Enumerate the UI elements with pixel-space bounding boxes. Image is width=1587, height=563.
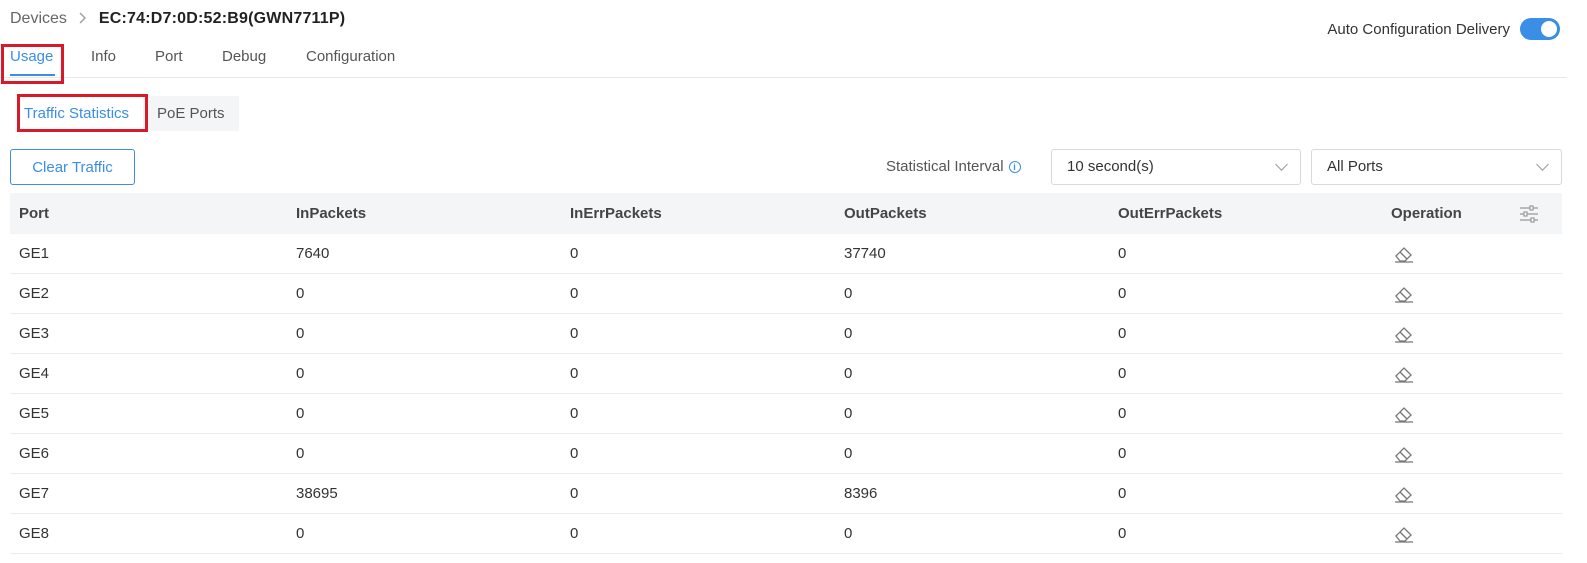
cell-port: GE8 — [19, 525, 50, 542]
cell-outerrpackets: 0 — [1118, 285, 1127, 302]
cell-inerrpackets: 0 — [570, 245, 579, 262]
chevron-down-icon — [1275, 158, 1288, 171]
cell-outerrpackets: 0 — [1118, 365, 1127, 382]
table-row: GE5 0 0 0 0 — [10, 394, 1562, 434]
cell-inpackets: 0 — [296, 445, 305, 462]
cell-inpackets: 38695 — [296, 485, 338, 502]
cell-inerrpackets: 0 — [570, 365, 579, 382]
breadcrumb: Devices EC:74:D7:0D:52:B9(GWN7711P) — [10, 8, 345, 30]
table-row: GE4 0 0 0 0 — [10, 354, 1562, 394]
cell-port: GE3 — [19, 325, 50, 342]
highlight-box-traffic-statistics — [17, 94, 148, 132]
cell-outpackets: 0 — [844, 285, 853, 302]
clear-traffic-button[interactable]: Clear Traffic — [10, 149, 135, 185]
breadcrumb-devices-link[interactable]: Devices — [10, 10, 67, 28]
auto-config-delivery: Auto Configuration Delivery — [1327, 18, 1560, 40]
column-header-inpackets: InPackets — [296, 205, 367, 222]
column-header-operation: Operation — [1391, 205, 1462, 222]
table-row: GE6 0 0 0 0 — [10, 434, 1562, 474]
auto-config-label: Auto Configuration Delivery — [1327, 20, 1510, 38]
table-row: GE1 7640 0 37740 0 — [10, 234, 1562, 274]
cell-port: GE6 — [19, 445, 50, 462]
cell-inerrpackets: 0 — [570, 525, 579, 542]
auto-config-toggle[interactable] — [1520, 18, 1560, 40]
cell-port: GE1 — [19, 245, 50, 262]
subtab-poe-ports[interactable]: PoE Ports — [143, 96, 239, 131]
cell-outerrpackets: 0 — [1118, 405, 1127, 422]
breadcrumb-separator-icon — [79, 11, 87, 27]
cell-outerrpackets: 0 — [1118, 445, 1127, 462]
cell-outerrpackets: 0 — [1118, 245, 1127, 262]
sliders-icon[interactable] — [1519, 204, 1539, 224]
traffic-table: Port InPackets InErrPackets OutPackets O… — [10, 193, 1562, 554]
cell-port: GE7 — [19, 485, 50, 502]
eraser-icon[interactable] — [1393, 444, 1415, 464]
column-header-outerrpackets: OutErrPackets — [1118, 205, 1223, 222]
eraser-icon[interactable] — [1393, 364, 1415, 384]
chevron-down-icon — [1536, 158, 1549, 171]
column-header-inerrpackets: InErrPackets — [570, 205, 662, 222]
cell-inpackets: 0 — [296, 525, 305, 542]
table-body: GE1 7640 0 37740 0 GE2 0 0 0 0 GE3 0 0 0 0 GE4 0 0 0 0 GE5 0 0… — [10, 234, 1562, 554]
ports-select-value: All Ports — [1327, 158, 1383, 175]
cell-inpackets: 0 — [296, 285, 305, 302]
tab-bar: Usage Info Port Debug Configuration — [0, 44, 1567, 78]
cell-inpackets: 0 — [296, 365, 305, 382]
cell-port: GE2 — [19, 285, 50, 302]
table-row: GE7 38695 0 8396 0 — [10, 474, 1562, 514]
cell-inerrpackets: 0 — [570, 325, 579, 342]
eraser-icon[interactable] — [1393, 244, 1415, 264]
table-row: GE3 0 0 0 0 — [10, 314, 1562, 354]
tab-info[interactable]: Info — [91, 48, 116, 65]
column-header-outpackets: OutPackets — [844, 205, 927, 222]
info-icon[interactable]: i — [1008, 160, 1021, 173]
table-row: GE8 0 0 0 0 — [10, 514, 1562, 554]
table-row: GE2 0 0 0 0 — [10, 274, 1562, 314]
cell-port: GE4 — [19, 365, 50, 382]
cell-inpackets: 0 — [296, 405, 305, 422]
cell-outpackets: 0 — [844, 405, 853, 422]
cell-outpackets: 37740 — [844, 245, 886, 262]
ports-select[interactable]: All Ports — [1311, 149, 1562, 185]
cell-inerrpackets: 0 — [570, 445, 579, 462]
tab-port[interactable]: Port — [155, 48, 183, 65]
cell-inerrpackets: 0 — [570, 285, 579, 302]
cell-outerrpackets: 0 — [1118, 525, 1127, 542]
cell-inpackets: 0 — [296, 325, 305, 342]
eraser-icon[interactable] — [1393, 484, 1415, 504]
cell-outpackets: 8396 — [844, 485, 878, 502]
statistical-interval-label-group: Statistical Interval i — [886, 158, 1021, 175]
eraser-icon[interactable] — [1393, 324, 1415, 344]
statistical-interval-label: Statistical Interval — [886, 158, 1004, 175]
tab-debug[interactable]: Debug — [222, 48, 266, 65]
cell-outpackets: 0 — [844, 445, 853, 462]
cell-inerrpackets: 0 — [570, 485, 579, 502]
cell-outerrpackets: 0 — [1118, 325, 1127, 342]
cell-outerrpackets: 0 — [1118, 485, 1127, 502]
page-title: EC:74:D7:0D:52:B9(GWN7711P) — [98, 10, 346, 27]
column-header-port: Port — [19, 205, 49, 222]
cell-inerrpackets: 0 — [570, 405, 579, 422]
cell-outpackets: 0 — [844, 365, 853, 382]
toggle-knob — [1541, 21, 1557, 37]
cell-outpackets: 0 — [844, 525, 853, 542]
cell-outpackets: 0 — [844, 325, 853, 342]
interval-select[interactable]: 10 second(s) — [1051, 149, 1301, 185]
tab-configuration[interactable]: Configuration — [306, 48, 395, 65]
interval-select-value: 10 second(s) — [1067, 158, 1154, 175]
cell-inpackets: 7640 — [296, 245, 330, 262]
eraser-icon[interactable] — [1393, 524, 1415, 544]
highlight-box-usage — [1, 44, 64, 84]
table-header: Port InPackets InErrPackets OutPackets O… — [10, 193, 1562, 234]
cell-port: GE5 — [19, 405, 50, 422]
eraser-icon[interactable] — [1393, 404, 1415, 424]
eraser-icon[interactable] — [1393, 284, 1415, 304]
